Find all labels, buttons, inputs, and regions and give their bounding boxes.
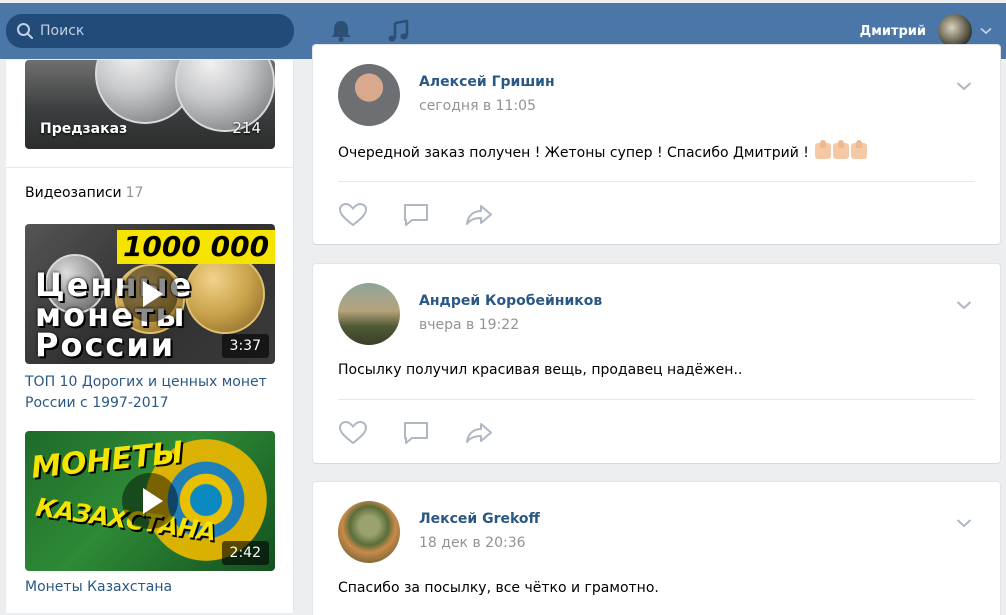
video-title-link[interactable]: ТОП 10 Дорогих и ценных монет России с 1…: [25, 372, 275, 414]
user-avatar: [938, 14, 972, 48]
chevron-down-icon[interactable]: [956, 518, 972, 528]
left-column: Предзаказ 214 Видеозаписи 17 1000 000 Цен…: [6, 60, 294, 613]
preorder-label: Предзаказ: [40, 121, 128, 137]
author-name-link[interactable]: Андрей Коробейников: [419, 293, 602, 309]
wall-post: Андрей Коробейников вчера в 19:22 Посылк…: [313, 264, 1000, 463]
post-text-body: Очередной заказ получен ! Жетоны супер !…: [338, 145, 809, 161]
play-icon: [122, 266, 178, 322]
video-thumbnail[interactable]: МОНЕТЫ КАЗАХСТАНА 2:42: [25, 431, 275, 571]
post-divider: [338, 181, 975, 182]
video-banner-text: 1000 000: [117, 230, 275, 264]
post-text: Спасибо за посылку, все чётко и грамотно…: [338, 580, 659, 596]
heart-icon[interactable]: [338, 420, 368, 446]
share-icon[interactable]: [464, 202, 494, 228]
user-menu[interactable]: Дмитрий: [860, 13, 992, 49]
chevron-down-icon[interactable]: [956, 81, 972, 91]
thumbs-up-emoji-icon: [833, 140, 850, 159]
post-actions: [338, 420, 527, 446]
comment-icon[interactable]: [401, 202, 431, 228]
music-note-icon[interactable]: [385, 18, 411, 44]
chevron-down-icon: [980, 27, 992, 35]
thumbs-up-emoji-icon: [815, 140, 832, 159]
post-time-link[interactable]: сегодня в 11:05: [419, 98, 536, 114]
author-avatar[interactable]: [338, 283, 400, 345]
videos-count: 17: [125, 185, 144, 201]
wall-post: Лексей Grekoff 18 дек в 20:36 Спасибо за…: [313, 482, 1000, 615]
share-icon[interactable]: [464, 420, 494, 446]
divider: [6, 167, 294, 168]
search-input[interactable]: [40, 23, 280, 39]
post-time-link[interactable]: 18 дек в 20:36: [419, 535, 526, 551]
author-avatar[interactable]: [338, 64, 400, 126]
chevron-down-icon[interactable]: [956, 300, 972, 310]
video-thumbnail[interactable]: 1000 000 Ценные монеты России 3:37: [25, 224, 275, 364]
preorder-card[interactable]: Предзаказ 214: [25, 60, 275, 149]
author-avatar[interactable]: [338, 501, 400, 563]
wall-post: Алексей Гришин сегодня в 11:05 Очередной…: [313, 45, 1000, 244]
user-name: Дмитрий: [859, 23, 926, 39]
heart-icon[interactable]: [338, 202, 368, 228]
post-text: Посылку получил красивая вещь, продавец …: [338, 362, 743, 378]
post-divider: [338, 399, 975, 400]
search-box[interactable]: [6, 14, 294, 48]
videos-header[interactable]: Видеозаписи 17: [25, 185, 143, 201]
post-actions: [338, 202, 527, 228]
thumbs-up-emoji-icon: [851, 140, 868, 159]
post-time-link[interactable]: вчера в 19:22: [419, 317, 519, 333]
author-name-link[interactable]: Алексей Гришин: [419, 74, 555, 90]
search-icon: [17, 23, 33, 39]
preorder-count: 214: [232, 119, 261, 137]
play-icon: [122, 473, 178, 529]
comment-icon[interactable]: [401, 420, 431, 446]
video-duration: 3:37: [221, 334, 269, 358]
videos-title: Видеозаписи: [25, 185, 122, 201]
video-duration: 2:42: [221, 541, 269, 565]
post-text: Очередной заказ получен ! Жетоны супер !…: [338, 140, 868, 161]
video-title-link[interactable]: Монеты Казахстана: [25, 577, 275, 598]
notifications-bell-icon[interactable]: [328, 18, 354, 44]
author-name-link[interactable]: Лексей Grekoff: [419, 511, 540, 527]
